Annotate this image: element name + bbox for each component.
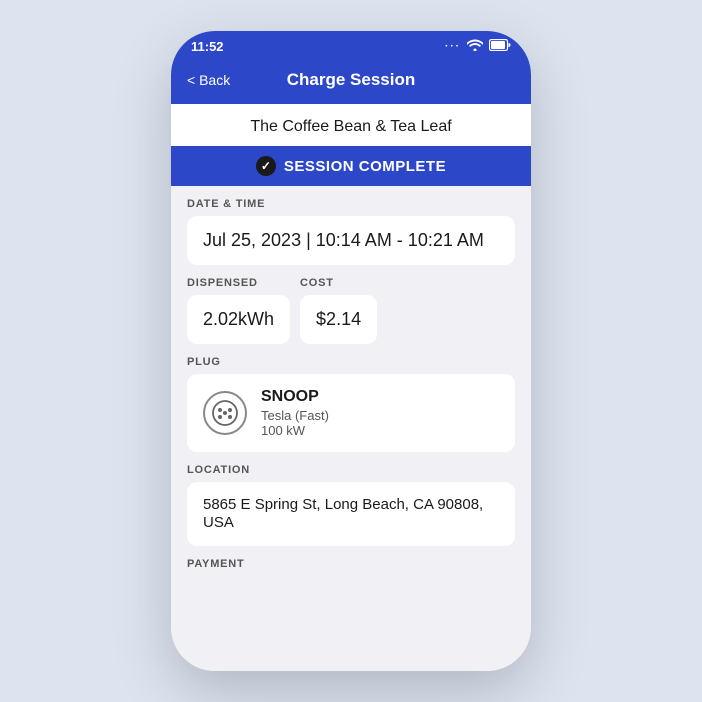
status-bar: 11:52 ···: [171, 31, 531, 60]
payment-label: PAYMENT: [187, 558, 515, 574]
datetime-label: DATE & TIME: [187, 198, 515, 210]
dispensed-col: DISPENSED 2.02kWh: [187, 277, 290, 344]
cost-label: COST: [300, 277, 377, 289]
datetime-value: Jul 25, 2023 | 10:14 AM - 10:21 AM: [203, 230, 484, 250]
dispensed-label: DISPENSED: [187, 277, 290, 289]
plug-info: SNOOP Tesla (Fast) 100 kW: [261, 388, 329, 438]
plug-power: 100 kW: [261, 423, 329, 438]
status-icons: ···: [445, 39, 511, 54]
plug-type: Tesla (Fast): [261, 408, 329, 423]
cost-card: $2.14: [300, 295, 377, 344]
nav-title: Charge Session: [287, 70, 416, 90]
location-value: 5865 E Spring St, Long Beach, CA 90808, …: [203, 496, 483, 531]
dispensed-cost-row: DISPENSED 2.02kWh COST $2.14: [187, 277, 515, 344]
location-name: The Coffee Bean & Tea Leaf: [171, 104, 531, 146]
plug-name: SNOOP: [261, 388, 329, 406]
battery-icon: [489, 39, 511, 54]
cost-value: $2.14: [316, 309, 361, 329]
dots-icon: ···: [445, 41, 461, 52]
nav-bar: < Back Charge Session: [171, 60, 531, 104]
content-area: The Coffee Bean & Tea Leaf ✓ SESSION COM…: [171, 104, 531, 671]
back-button[interactable]: < Back: [187, 72, 230, 88]
phone-frame: 11:52 ··· < Back Charge Session: [171, 31, 531, 671]
location-label: LOCATION: [187, 464, 515, 476]
plug-section: PLUG SNOOP Tesla (Fast) 100 kW: [187, 356, 515, 452]
plug-connector-icon: [203, 391, 247, 435]
dispensed-value: 2.02kWh: [203, 309, 274, 329]
location-section: LOCATION 5865 E Spring St, Long Beach, C…: [187, 464, 515, 546]
plug-label: PLUG: [187, 356, 515, 368]
datetime-card: Jul 25, 2023 | 10:14 AM - 10:21 AM: [187, 216, 515, 265]
session-complete-banner: ✓ SESSION COMPLETE: [171, 146, 531, 186]
plug-card: SNOOP Tesla (Fast) 100 kW: [187, 374, 515, 452]
status-time: 11:52: [191, 39, 224, 54]
datetime-section: DATE & TIME Jul 25, 2023 | 10:14 AM - 10…: [187, 198, 515, 265]
location-card: 5865 E Spring St, Long Beach, CA 90808, …: [187, 482, 515, 546]
checkmark-icon: ✓: [256, 156, 276, 176]
session-complete-text: SESSION COMPLETE: [284, 158, 446, 175]
dispensed-card: 2.02kWh: [187, 295, 290, 344]
wifi-icon: [467, 39, 483, 54]
cost-col: COST $2.14: [300, 277, 377, 344]
dispensed-cost-section: DISPENSED 2.02kWh COST $2.14: [187, 277, 515, 344]
